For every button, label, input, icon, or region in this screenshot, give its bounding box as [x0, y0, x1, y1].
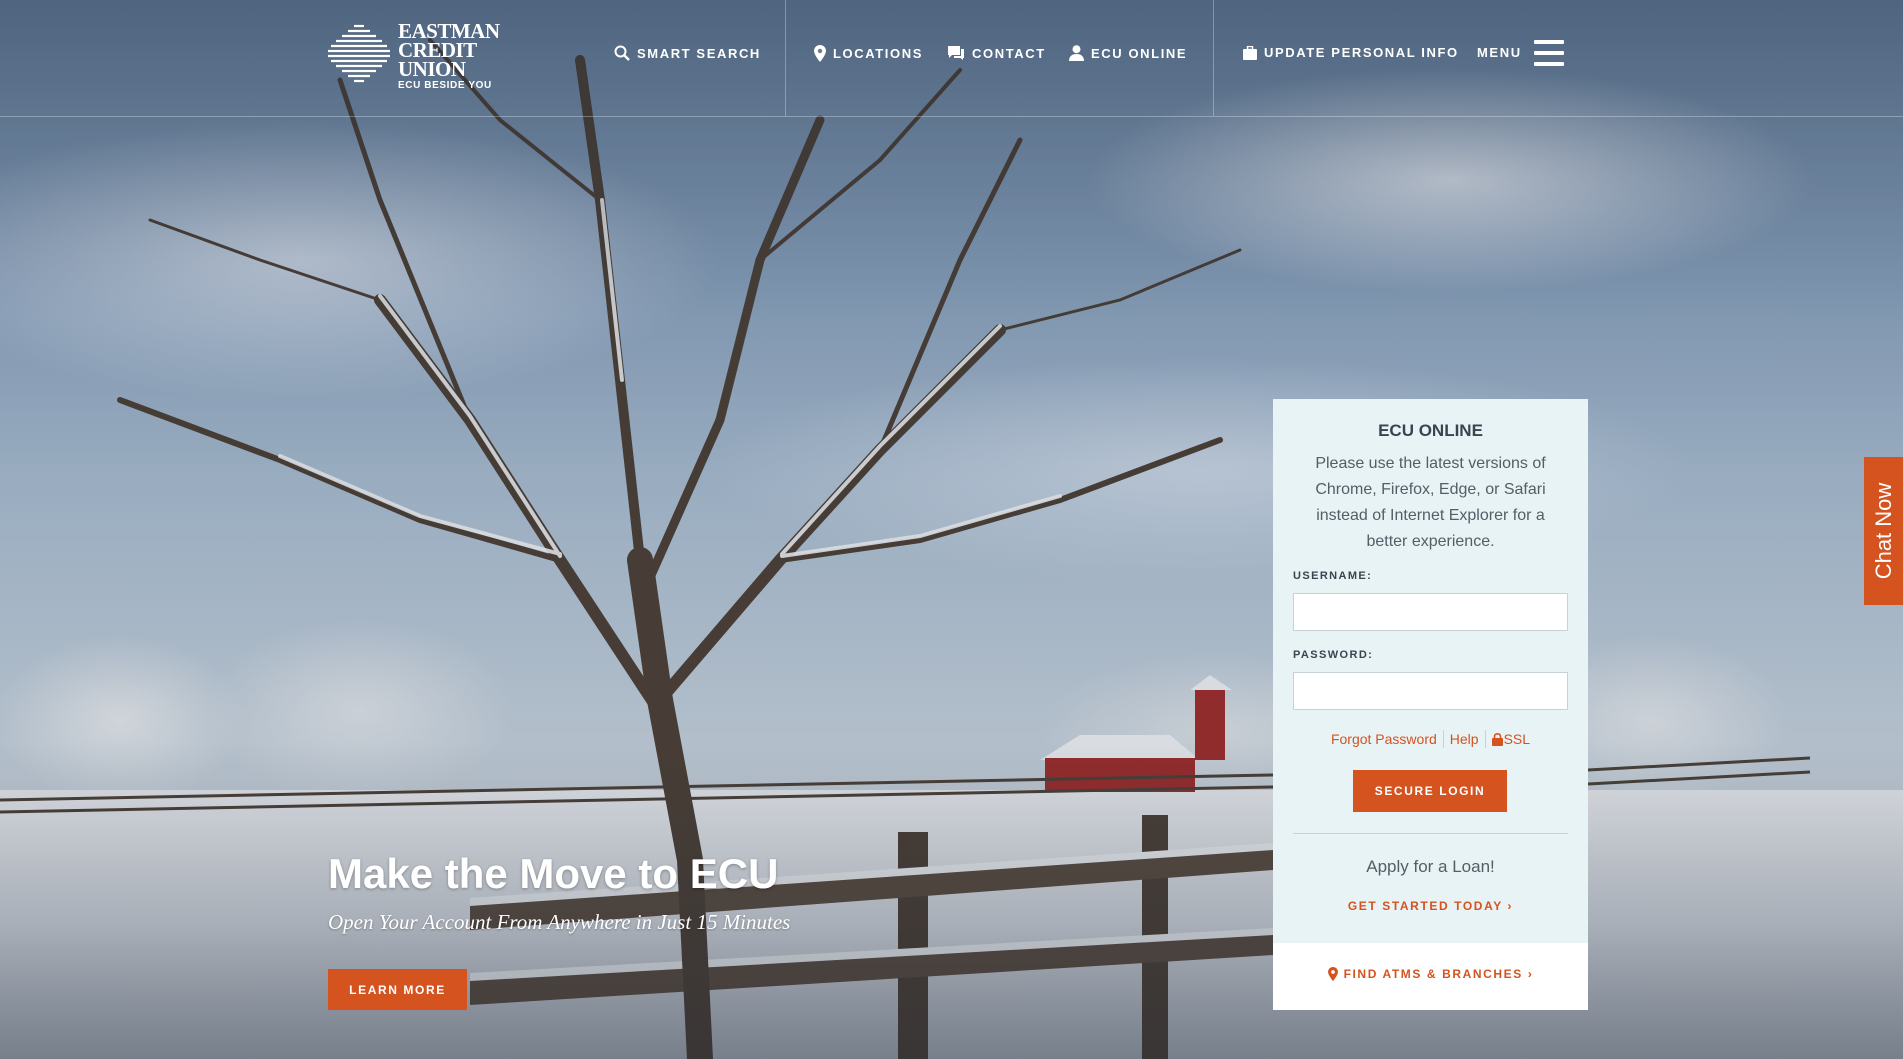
nav-label: CONTACT — [972, 45, 1046, 61]
login-links: Forgot Password Help SSL — [1273, 730, 1588, 748]
menu-label: MENU — [1477, 45, 1522, 60]
find-atms-link[interactable]: FIND ATMS & BRANCHES › — [1273, 967, 1588, 981]
learn-more-button[interactable]: LEARN MORE — [328, 969, 467, 1010]
ssl-link[interactable]: SSL — [1491, 731, 1531, 747]
apply-loan-text: Apply for a Loan! — [1366, 857, 1495, 876]
browser-notice: Please use the latest versions of Chrome… — [1315, 455, 1546, 550]
logo-wordmark: EASTMAN CREDIT UNION — [398, 21, 500, 81]
nav-locations[interactable]: LOCATIONS — [814, 45, 923, 62]
user-icon — [1069, 45, 1084, 61]
nav-update-personal-info[interactable]: UPDATE PERSONAL INFO — [1243, 45, 1459, 60]
briefcase-icon — [1243, 45, 1257, 60]
map-pin-icon — [1327, 967, 1338, 981]
forgot-password-link[interactable]: Forgot Password — [1331, 731, 1437, 747]
nav-label: SMART SEARCH — [637, 45, 761, 61]
map-pin-icon — [814, 45, 826, 62]
ssl-label: SSL — [1503, 731, 1531, 747]
find-atms-label: FIND ATMS & BRANCHES › — [1343, 967, 1534, 981]
header-divider — [785, 0, 786, 116]
nav-ecu-online[interactable]: ECU ONLINE — [1069, 45, 1187, 61]
nav-label: LOCATIONS — [833, 46, 923, 61]
lock-icon — [1491, 732, 1503, 746]
overlay-shade — [0, 0, 1903, 1059]
username-label: USERNAME: — [1293, 570, 1373, 582]
hamburger-menu-icon[interactable] — [1534, 40, 1564, 66]
secure-login-button[interactable]: SECURE LOGIN — [1353, 770, 1507, 812]
logo-tagline: ECU BESIDE YOU — [398, 80, 492, 91]
hero-subtitle: Open Your Account From Anywhere in Just … — [328, 910, 791, 934]
password-label: PASSWORD: — [1293, 649, 1374, 661]
nav-smart-search[interactable]: SMART SEARCH — [614, 45, 761, 61]
nav-menu[interactable]: MENU — [1477, 45, 1522, 60]
help-link[interactable]: Help — [1450, 731, 1479, 747]
site-header: EASTMAN CREDIT UNION ECU BESIDE YOU SMAR… — [0, 0, 1903, 117]
hero-background — [0, 0, 1903, 1059]
find-atms-box: FIND ATMS & BRANCHES › — [1273, 943, 1588, 1010]
chat-now-label: Chat Now — [1870, 482, 1896, 580]
link-separator — [1484, 730, 1486, 748]
username-input[interactable] — [1293, 593, 1568, 631]
diamond-logo-icon — [328, 24, 390, 83]
ecu-online-login-panel: ECU ONLINE Please use the latest version… — [1273, 399, 1588, 943]
nav-contact[interactable]: CONTACT — [947, 45, 1046, 61]
link-separator — [1442, 730, 1444, 748]
nav-label: ECU ONLINE — [1091, 45, 1188, 61]
chat-bubble-icon — [948, 46, 964, 60]
header-divider — [1213, 0, 1214, 116]
logo-line: UNION — [398, 57, 466, 81]
get-started-link[interactable]: GET STARTED TODAY › — [1273, 899, 1588, 913]
nav-label: UPDATE PERSONAL INFO — [1264, 45, 1459, 60]
password-input[interactable] — [1293, 672, 1568, 710]
ecu-logo[interactable]: EASTMAN CREDIT UNION ECU BESIDE YOU — [326, 21, 500, 94]
hero-title: Make the Move to ECU — [328, 850, 779, 897]
chat-now-tab[interactable]: Chat Now — [1864, 457, 1903, 605]
search-icon — [614, 45, 630, 61]
panel-divider — [1293, 833, 1568, 834]
login-panel-title: ECU ONLINE — [1378, 421, 1483, 440]
